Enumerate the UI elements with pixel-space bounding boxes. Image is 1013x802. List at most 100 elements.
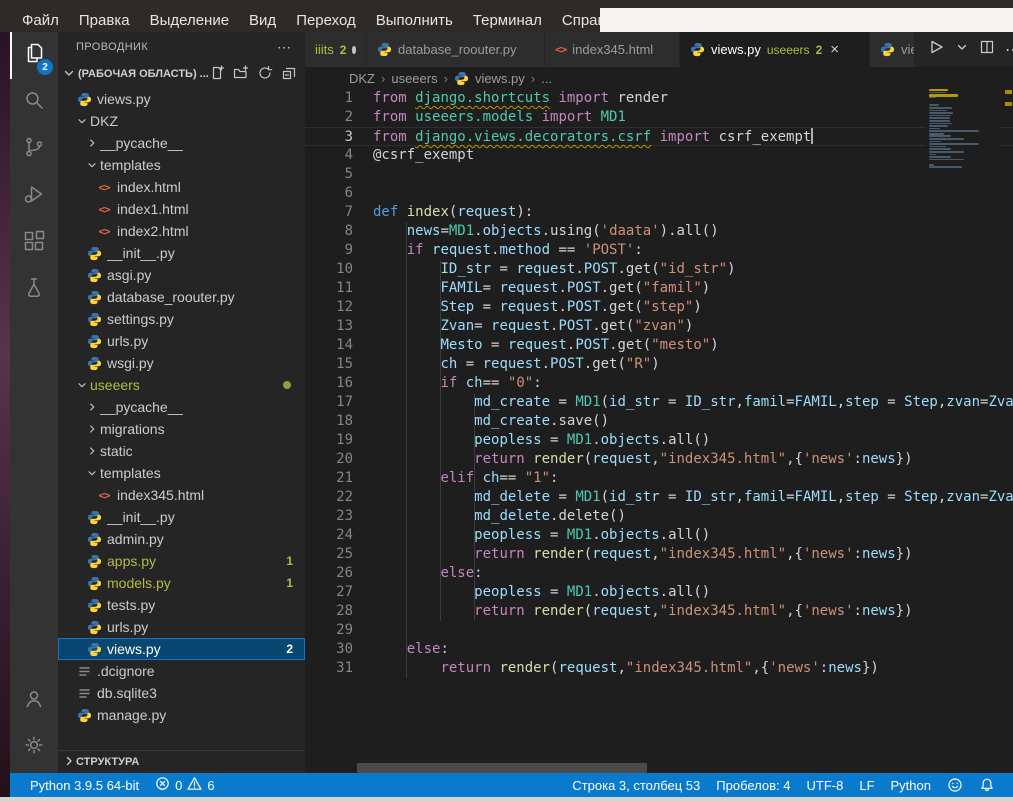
collapse-all-icon[interactable] <box>281 65 297 84</box>
tree-file-.dcignore[interactable]: .dcignore <box>58 660 305 682</box>
eol-setting[interactable]: LF <box>851 778 882 793</box>
minimap[interactable] <box>926 85 1000 195</box>
line-number: 22 <box>305 488 353 507</box>
tree-folder-migrations[interactable]: migrations <box>58 418 305 440</box>
tree-file-index.html[interactable]: <>index.html <box>58 176 305 198</box>
tree-file-__init__.py[interactable]: __init__.py <box>58 506 305 528</box>
breadcrumb-item[interactable]: ... <box>541 71 552 86</box>
sidebar-more-icon[interactable]: ⋯ <box>277 39 291 56</box>
outline-section-header[interactable]: СТРУКТУРА <box>58 750 305 773</box>
run-python-file-icon[interactable] <box>927 38 945 61</box>
menu-item-3[interactable]: Выделение <box>140 12 239 29</box>
tree-folder-__pycache__[interactable]: __pycache__ <box>58 132 305 154</box>
workspace-section-header[interactable]: (РАБОЧАЯ ОБЛАСТЬ) ... <box>58 62 305 86</box>
minimap-line <box>929 110 947 112</box>
activity-explorer-button[interactable]: 2 <box>10 32 58 79</box>
tab-iiits[interactable]: iiits2 <box>305 32 367 67</box>
person-icon <box>22 686 46 715</box>
python-file-icon <box>86 619 102 635</box>
notifications-bell-icon[interactable] <box>971 777 1003 793</box>
python-interpreter[interactable]: Python 3.9.5 64-bit <box>22 778 147 793</box>
tree-file-__init__.py[interactable]: __init__.py <box>58 242 305 264</box>
file-icon <box>76 663 92 679</box>
breadcrumb[interactable]: DKZ›useeers›views.py›... <box>305 67 1013 89</box>
html-file-icon: <> <box>555 43 566 56</box>
indentation-setting[interactable]: Пробелов: 4 <box>708 778 798 793</box>
code-line-15: 15 ch = request.POST.get("R") <box>305 355 1013 374</box>
code-line-20: 20 return render(request,"index345.html"… <box>305 450 1013 469</box>
line-number: 18 <box>305 412 353 431</box>
activity-account-button[interactable] <box>10 677 58 724</box>
tree-file-index345.html[interactable]: <>index345.html <box>58 484 305 506</box>
tree-folder-useeers[interactable]: useeers <box>58 374 305 396</box>
refresh-icon[interactable] <box>257 65 273 84</box>
tab-vie[interactable]: vie <box>870 32 915 67</box>
tree-file-database_roouter.py[interactable]: database_roouter.py <box>58 286 305 308</box>
code-editor[interactable]: 1from django.shortcuts import render2fro… <box>305 89 1013 729</box>
problem-count-badge: 1 <box>286 576 293 590</box>
activity-settings-button[interactable] <box>10 724 58 771</box>
activity-search-button[interactable] <box>10 79 58 126</box>
feedback-icon[interactable] <box>939 777 971 793</box>
tree-file-models.py[interactable]: models.py1 <box>58 572 305 594</box>
tree-file-wsgi.py[interactable]: wsgi.py <box>58 352 305 374</box>
tree-file-settings.py[interactable]: settings.py <box>58 308 305 330</box>
tree-file-index2.html[interactable]: <>index2.html <box>58 220 305 242</box>
menu-item-1[interactable]: Файл <box>12 12 69 29</box>
menu-item-5[interactable]: Переход <box>286 12 366 29</box>
extensions-icon <box>22 229 46 258</box>
tree-folder-DKZ[interactable]: DKZ <box>58 110 305 132</box>
menu-item-4[interactable]: Вид <box>239 12 286 29</box>
tree-file-apps.py[interactable]: apps.py1 <box>58 550 305 572</box>
tree-file-views.py[interactable]: views.py2 <box>58 638 305 660</box>
window-top-strip <box>0 0 1013 8</box>
activity-source-control-button[interactable] <box>10 126 58 173</box>
split-editor-icon[interactable] <box>979 39 995 60</box>
horizontal-scrollbar[interactable] <box>357 763 647 773</box>
tab-index345.html[interactable]: <>index345.html <box>545 32 680 67</box>
tree-file-urls.py[interactable]: urls.py <box>58 330 305 352</box>
tab-database_roouter.py[interactable]: database_roouter.py <box>367 32 545 67</box>
new-file-icon[interactable] <box>209 65 225 84</box>
activity-extensions-button[interactable] <box>10 220 58 267</box>
tree-file-index1.html[interactable]: <>index1.html <box>58 198 305 220</box>
flask-icon <box>22 276 46 305</box>
tree-file-tests.py[interactable]: tests.py <box>58 594 305 616</box>
menu-item-2[interactable]: Правка <box>69 12 140 29</box>
new-folder-icon[interactable] <box>233 65 249 84</box>
activity-testing-button[interactable] <box>10 267 58 314</box>
line-number: 23 <box>305 507 353 526</box>
tree-folder-templates[interactable]: templates <box>58 462 305 484</box>
problems-indicator[interactable]: 0 6 <box>147 776 222 794</box>
breadcrumb-item[interactable]: useeers <box>391 71 437 86</box>
breadcrumb-item[interactable]: DKZ <box>349 71 375 86</box>
outline-label: СТРУКТУРА <box>76 756 139 768</box>
encoding-setting[interactable]: UTF-8 <box>799 778 852 793</box>
cursor-position[interactable]: Строка 3, столбец 53 <box>564 778 708 793</box>
tree-file-asgi.py[interactable]: asgi.py <box>58 264 305 286</box>
menu-item-7[interactable]: Терминал <box>463 12 552 29</box>
tree-folder-templates[interactable]: templates <box>58 154 305 176</box>
tree-file-db.sqlite3[interactable]: db.sqlite3 <box>58 682 305 704</box>
close-icon[interactable]: × <box>830 41 839 58</box>
workspace-label: (РАБОЧАЯ ОБЛАСТЬ) ... <box>78 68 209 80</box>
python-file-icon <box>690 42 705 57</box>
line-number: 5 <box>305 165 353 184</box>
minimap-line <box>929 112 953 114</box>
chevron-right-icon <box>62 754 76 771</box>
tab-views.py[interactable]: views.pyuseeers2× <box>680 32 870 67</box>
breadcrumb-item[interactable]: views.py <box>475 71 525 86</box>
tree-folder-__pycache__[interactable]: __pycache__ <box>58 396 305 418</box>
tree-file-urls.py[interactable]: urls.py <box>58 616 305 638</box>
activity-run-debug-button[interactable] <box>10 173 58 220</box>
tree-file-views.py[interactable]: views.py <box>58 88 305 110</box>
code-line-2: 2from useeers.models import MD1 <box>305 108 1013 127</box>
menu-item-6[interactable]: Выполнить <box>366 12 463 29</box>
tree-folder-static[interactable]: static <box>58 440 305 462</box>
language-mode[interactable]: Python <box>883 778 939 793</box>
run-dropdown-chevron-icon[interactable] <box>955 40 969 59</box>
modified-dot-icon <box>352 46 356 54</box>
tree-file-manage.py[interactable]: manage.py <box>58 704 305 726</box>
debug-icon <box>22 182 46 211</box>
tree-file-admin.py[interactable]: admin.py <box>58 528 305 550</box>
